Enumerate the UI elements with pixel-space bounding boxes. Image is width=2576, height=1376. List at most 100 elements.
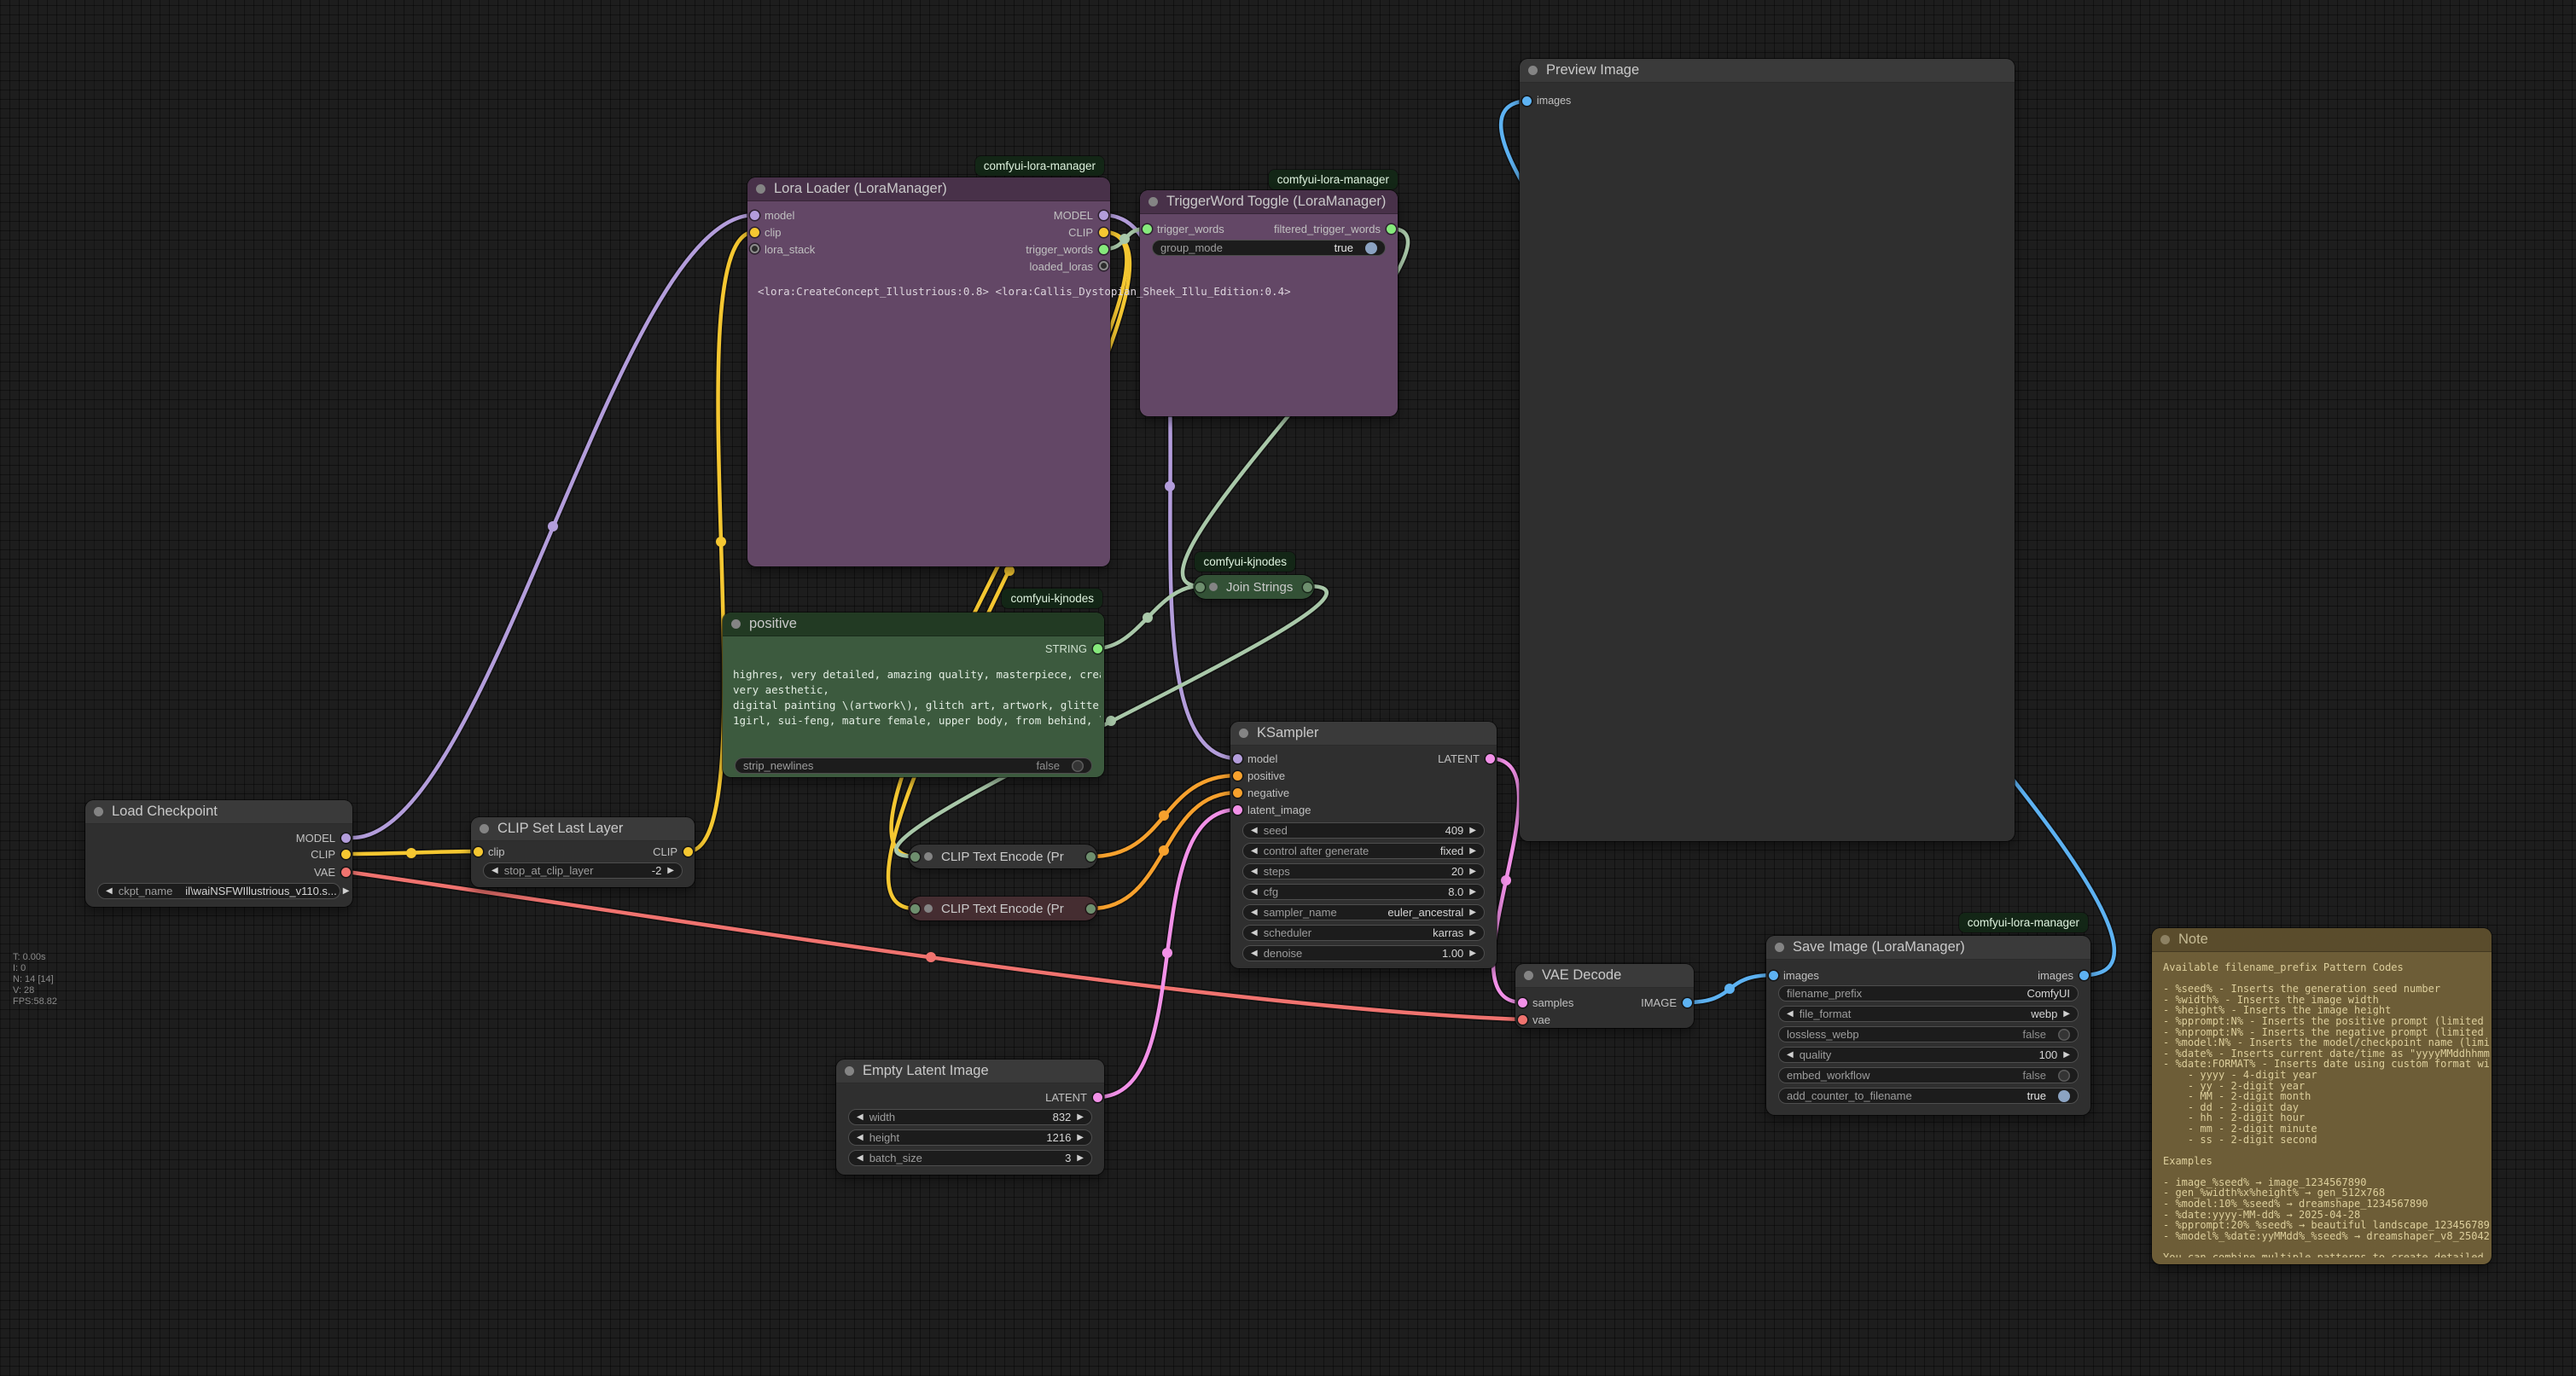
output-slot-trigger-words[interactable] — [1099, 245, 1108, 254]
combo-right-arrow-icon[interactable] — [1077, 1154, 1084, 1163]
combo-left-arrow-icon[interactable] — [1251, 847, 1258, 856]
combo-right-arrow-icon[interactable] — [1469, 929, 1476, 938]
collapse-dot-icon[interactable] — [1524, 971, 1533, 980]
batch-size-widget[interactable]: batch_size 3 — [848, 1150, 1092, 1166]
collapse-dot-icon[interactable] — [1775, 943, 1784, 952]
combo-right-arrow-icon[interactable] — [1469, 949, 1476, 958]
output-slot-latent[interactable] — [1093, 1093, 1102, 1102]
input-slot-positive[interactable] — [1233, 771, 1242, 781]
input-slot-vae[interactable] — [1518, 1015, 1527, 1025]
height-widget[interactable]: height 1216 — [848, 1129, 1092, 1146]
combo-right-arrow-icon[interactable] — [2063, 1010, 2070, 1019]
combo-left-arrow-icon[interactable] — [1251, 888, 1258, 897]
output-slot-clip[interactable] — [1099, 228, 1108, 237]
toggle-dot-icon[interactable] — [2058, 1070, 2070, 1082]
file-format-widget[interactable]: file_format webp — [1778, 1006, 2079, 1022]
node-preview-image[interactable]: Preview Image images — [1520, 59, 2015, 841]
collapsed-input-dot[interactable] — [1195, 583, 1205, 592]
toggle-dot-icon[interactable] — [2058, 1029, 2070, 1041]
collapsed-input-dot[interactable] — [910, 852, 920, 862]
lossless-webp-toggle[interactable]: lossless_webp false — [1778, 1026, 2079, 1042]
combo-right-arrow-icon[interactable] — [1077, 1134, 1084, 1142]
node-title-bar[interactable]: positive — [723, 613, 1104, 636]
input-slot-model[interactable] — [750, 211, 759, 220]
sampler-name-widget[interactable]: sampler_name euler_ancestral — [1242, 904, 1485, 920]
cfg-widget[interactable]: cfg 8.0 — [1242, 884, 1485, 900]
quality-widget[interactable]: quality 100 — [1778, 1047, 2079, 1063]
combo-left-arrow-icon[interactable] — [857, 1134, 864, 1142]
input-slot-images[interactable] — [1522, 96, 1532, 106]
combo-left-arrow-icon[interactable] — [1787, 1051, 1794, 1060]
add-counter-to-filename-toggle[interactable]: add_counter_to_filename true — [1778, 1088, 2079, 1104]
node-load-checkpoint[interactable]: Load Checkpoint MODEL CLIP VAE ckpt_name… — [85, 800, 352, 907]
collapsed-output-dot[interactable] — [1086, 904, 1096, 914]
node-note[interactable]: Note Available filename_prefix Pattern C… — [2152, 928, 2492, 1264]
node-clip-text-encode-negative-collapsed[interactable]: CLIP Text Encode (Pr — [909, 897, 1097, 920]
collapse-dot-icon[interactable] — [845, 1066, 854, 1076]
combo-right-arrow-icon[interactable] — [2063, 1051, 2070, 1060]
node-graph-canvas[interactable]: T: 0.00s I: 0 N: 14 [14] V: 28 FPS:58.82… — [0, 0, 2576, 1376]
combo-left-arrow-icon[interactable] — [1251, 909, 1258, 917]
collapsed-input-dot[interactable] — [910, 904, 920, 914]
input-slot-images[interactable] — [1769, 971, 1778, 980]
collapse-dot-icon[interactable] — [480, 824, 489, 833]
collapsed-output-dot[interactable] — [1086, 852, 1096, 862]
combo-right-arrow-icon[interactable] — [1077, 1113, 1084, 1122]
input-slot-model[interactable] — [1233, 754, 1242, 763]
output-slot-string[interactable] — [1093, 644, 1102, 653]
input-slot-trigger-words[interactable] — [1143, 224, 1152, 234]
node-title-bar[interactable]: Save Image (LoraManager) — [1766, 936, 2090, 960]
strip-newlines-toggle[interactable]: strip_newlines false — [735, 758, 1092, 774]
filename-prefix-widget[interactable]: filename_prefix ComfyUI — [1778, 985, 2079, 1002]
output-slot-latent[interactable] — [1486, 754, 1495, 763]
combo-right-arrow-icon[interactable] — [1469, 847, 1476, 856]
node-title-bar[interactable]: Note — [2152, 928, 2492, 952]
scheduler-widget[interactable]: scheduler karras — [1242, 925, 1485, 941]
collapse-dot-icon[interactable] — [2160, 935, 2170, 944]
combo-left-arrow-icon[interactable] — [1251, 868, 1258, 876]
combo-right-arrow-icon[interactable] — [1469, 868, 1476, 876]
combo-left-arrow-icon[interactable] — [1251, 827, 1258, 835]
output-slot-images[interactable] — [2079, 971, 2089, 980]
note-text[interactable]: Available filename_prefix Pattern Codes … — [2163, 962, 2490, 1257]
output-slot-filtered-trigger-words[interactable] — [1387, 224, 1396, 234]
seed-widget[interactable]: seed 409 — [1242, 822, 1485, 839]
node-save-image[interactable]: Save Image (LoraManager) images images f… — [1766, 936, 2090, 1115]
toggle-dot-icon[interactable] — [2058, 1090, 2070, 1102]
stop-at-clip-layer-widget[interactable]: stop_at_clip_layer -2 — [483, 862, 683, 879]
output-slot-vae[interactable] — [341, 868, 351, 877]
output-slot-loaded-loras[interactable] — [1099, 261, 1108, 270]
combo-right-arrow-icon[interactable] — [667, 867, 674, 875]
node-title-bar[interactable]: KSampler — [1230, 722, 1497, 746]
input-slot-clip[interactable] — [750, 228, 759, 237]
toggle-dot-icon[interactable] — [1365, 242, 1377, 254]
node-triggerword-toggle[interactable]: TriggerWord Toggle (LoraManager) trigger… — [1140, 190, 1398, 416]
combo-left-arrow-icon[interactable] — [1251, 929, 1258, 938]
collapse-dot-icon[interactable] — [1239, 729, 1248, 738]
node-title-bar[interactable]: TriggerWord Toggle (LoraManager) — [1140, 190, 1398, 214]
control-after-generate-widget[interactable]: control after generate fixed — [1242, 843, 1485, 859]
collapse-dot-icon[interactable] — [1209, 583, 1218, 591]
node-title-bar[interactable]: Preview Image — [1520, 59, 2015, 83]
input-slot-latent-image[interactable] — [1233, 805, 1242, 815]
input-slot-clip[interactable] — [474, 847, 483, 856]
output-slot-model[interactable] — [1099, 211, 1108, 220]
combo-left-arrow-icon[interactable] — [491, 867, 498, 875]
output-slot-model[interactable] — [341, 833, 351, 843]
node-ksampler[interactable]: KSampler model LATENT positive negative … — [1230, 722, 1497, 968]
combo-left-arrow-icon[interactable] — [106, 887, 113, 896]
output-slot-image[interactable] — [1683, 998, 1692, 1007]
node-title-bar[interactable]: Lora Loader (LoraManager) — [747, 177, 1110, 201]
collapse-dot-icon[interactable] — [924, 852, 933, 861]
width-widget[interactable]: width 832 — [848, 1109, 1092, 1125]
combo-left-arrow-icon[interactable] — [1251, 949, 1258, 958]
ckpt-name-widget[interactable]: ckpt_name il\waiNSFWIllustrious_v110.s..… — [97, 883, 340, 899]
collapse-dot-icon[interactable] — [94, 807, 103, 816]
combo-right-arrow-icon[interactable] — [1469, 888, 1476, 897]
node-title-bar[interactable]: VAE Decode — [1515, 964, 1694, 988]
lora-syntax-text[interactable]: <lora:CreateConcept_Illustrious:0.8> <lo… — [758, 285, 1291, 298]
node-positive-prompt[interactable]: positive STRING highres, very detailed, … — [723, 613, 1104, 777]
toggle-dot-icon[interactable] — [1072, 760, 1084, 772]
node-join-strings-collapsed[interactable]: Join Strings — [1194, 575, 1314, 599]
collapse-dot-icon[interactable] — [756, 184, 765, 194]
